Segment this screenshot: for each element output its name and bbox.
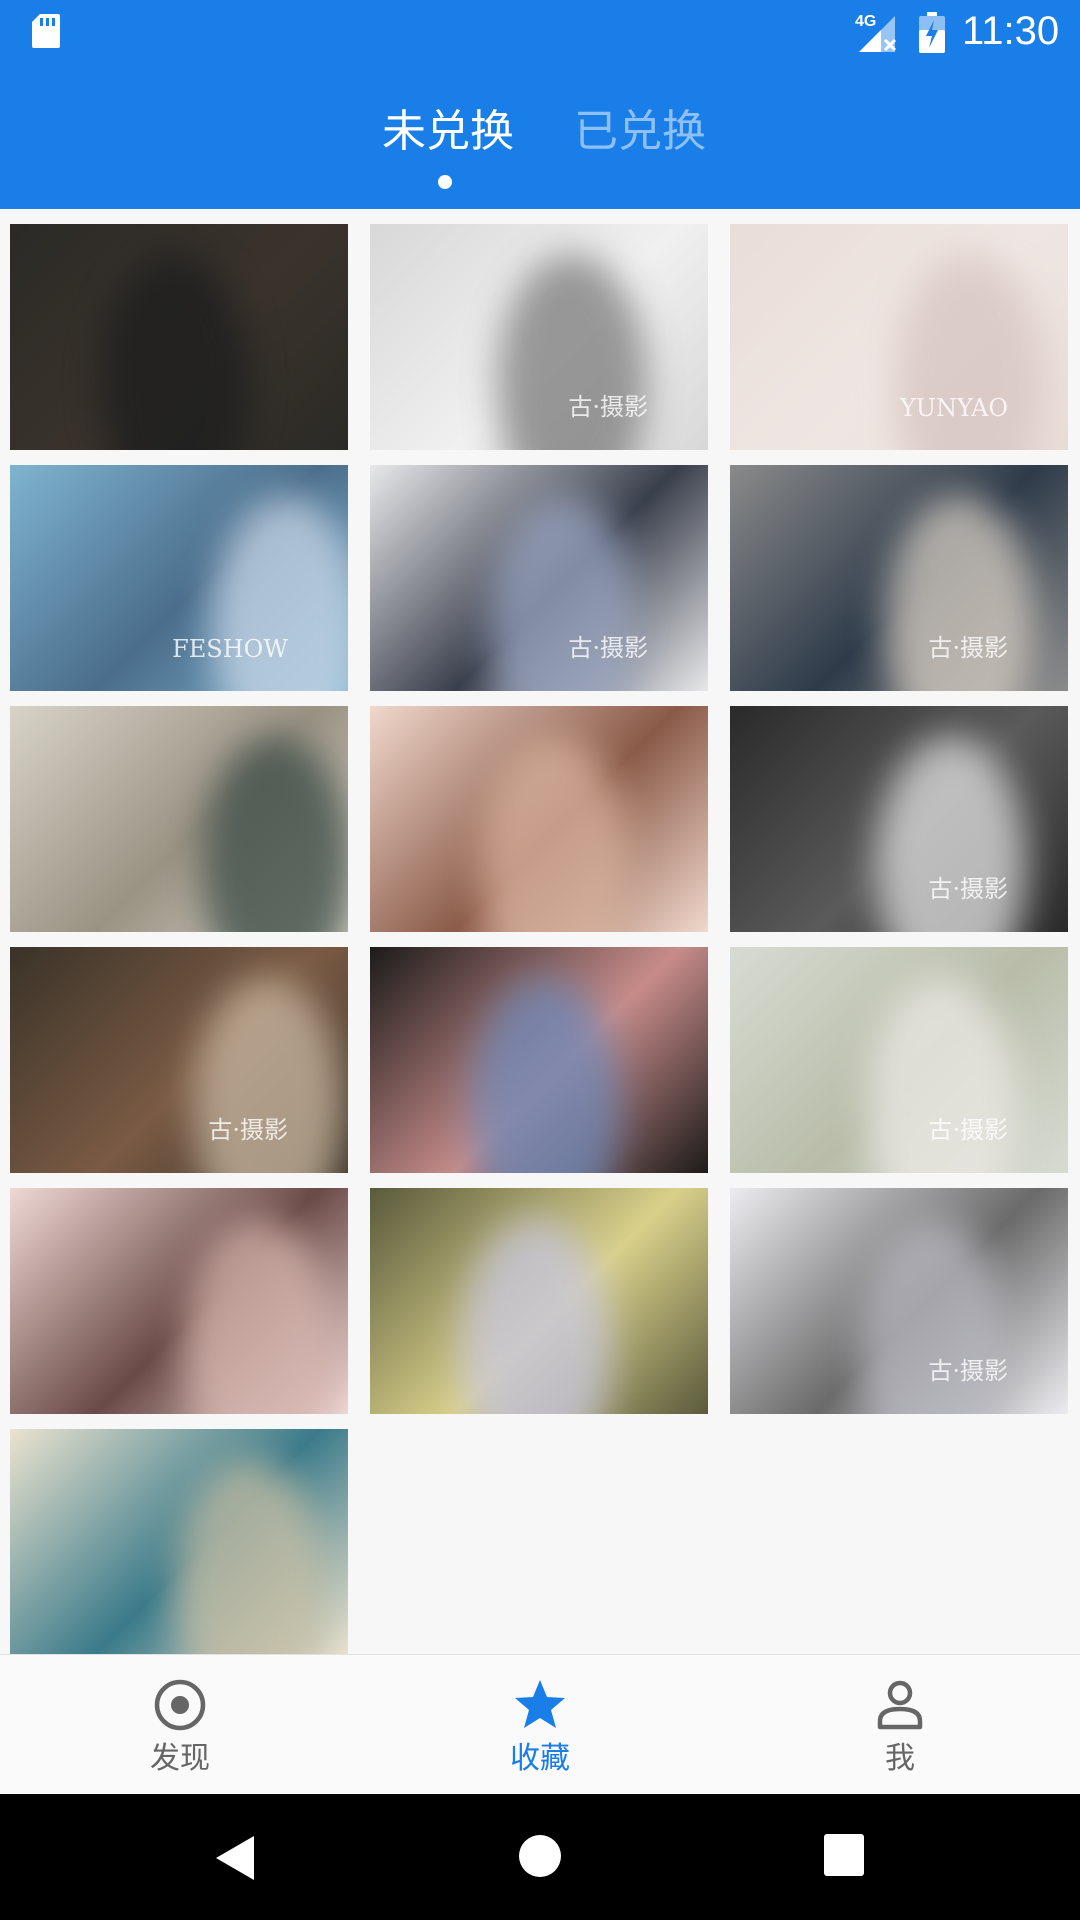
photo-grid: 古·摄影 YUNYAO FESHOW 古·摄影 古·摄影 古·摄影 古·摄影 古·摄影 古·摄影: [0, 209, 1080, 1655]
network-type: 4G: [855, 13, 876, 30]
clock: 11:30: [962, 9, 1060, 53]
nav-discover-label: 发现: [150, 1741, 210, 1776]
photo-thumbnail[interactable]: [10, 1429, 348, 1655]
photo-watermark: 古·摄影: [568, 634, 648, 662]
app-bar: 未兑换 已兑换: [0, 63, 1080, 209]
photo-watermark: FESHOW: [172, 635, 288, 663]
photo-thumbnail[interactable]: [10, 1188, 348, 1414]
photo-watermark: 古·摄影: [928, 634, 1008, 662]
photo-thumbnail[interactable]: [370, 706, 708, 932]
photo-thumbnail[interactable]: 古·摄影: [730, 1188, 1068, 1414]
tab-redeemed[interactable]: 已兑换: [574, 107, 706, 157]
person-icon: [877, 1680, 923, 1730]
photo-watermark: YUNYAO: [899, 394, 1008, 422]
battery-charging-icon: [919, 12, 945, 53]
sd-card-icon: [32, 14, 60, 48]
photo-thumbnail[interactable]: [10, 224, 348, 450]
photo-thumbnail[interactable]: 古·摄影: [730, 465, 1068, 691]
nav-favorites-label: 收藏: [510, 1741, 570, 1776]
photo-thumbnail[interactable]: 古·摄影: [370, 224, 708, 450]
nav-favorites[interactable]: 收藏: [360, 1655, 720, 1795]
photo-watermark: 古·摄影: [928, 1116, 1008, 1144]
system-navigation-bar: [0, 1794, 1080, 1920]
bottom-navigation: 发现 收藏 我: [0, 1654, 1080, 1795]
photo-subject: [479, 736, 629, 932]
signal-icon: 4G: [855, 13, 897, 52]
nav-me[interactable]: 我: [720, 1655, 1080, 1795]
home-icon[interactable]: [518, 1834, 562, 1878]
photo-thumbnail[interactable]: FESHOW: [10, 465, 348, 691]
photo-thumbnail[interactable]: [370, 1188, 708, 1414]
photo-thumbnail[interactable]: 古·摄影: [10, 947, 348, 1173]
photo-thumbnail[interactable]: 古·摄影: [370, 465, 708, 691]
photo-subject: [470, 977, 620, 1173]
photo-thumbnail[interactable]: 古·摄影: [730, 947, 1068, 1173]
photo-thumbnail[interactable]: [10, 706, 348, 932]
tab-unredeemed[interactable]: 未兑换: [382, 107, 514, 157]
photo-subject: [461, 1218, 611, 1414]
photo-watermark: 古·摄影: [568, 393, 648, 421]
status-bar: 4G 11:30: [0, 0, 1080, 63]
photo-watermark: 古·摄影: [208, 1116, 288, 1144]
photo-subject: [184, 1218, 334, 1414]
star-icon: [515, 1680, 565, 1728]
back-icon[interactable]: [214, 1834, 258, 1882]
photo-subject: [100, 254, 250, 450]
photo-thumbnail[interactable]: 古·摄影: [730, 706, 1068, 932]
recents-icon[interactable]: [824, 1834, 864, 1876]
photo-thumbnail[interactable]: [370, 947, 708, 1173]
active-tab-indicator: [438, 175, 452, 189]
photo-watermark: 古·摄影: [928, 1357, 1008, 1385]
photo-subject: [175, 1459, 325, 1655]
photo-watermark: 古·摄影: [928, 875, 1008, 903]
discover-icon: [154, 1679, 206, 1731]
nav-discover[interactable]: 发现: [0, 1655, 360, 1795]
photo-subject: [202, 736, 348, 932]
photo-thumbnail[interactable]: YUNYAO: [730, 224, 1068, 450]
nav-me-label: 我: [885, 1741, 915, 1776]
